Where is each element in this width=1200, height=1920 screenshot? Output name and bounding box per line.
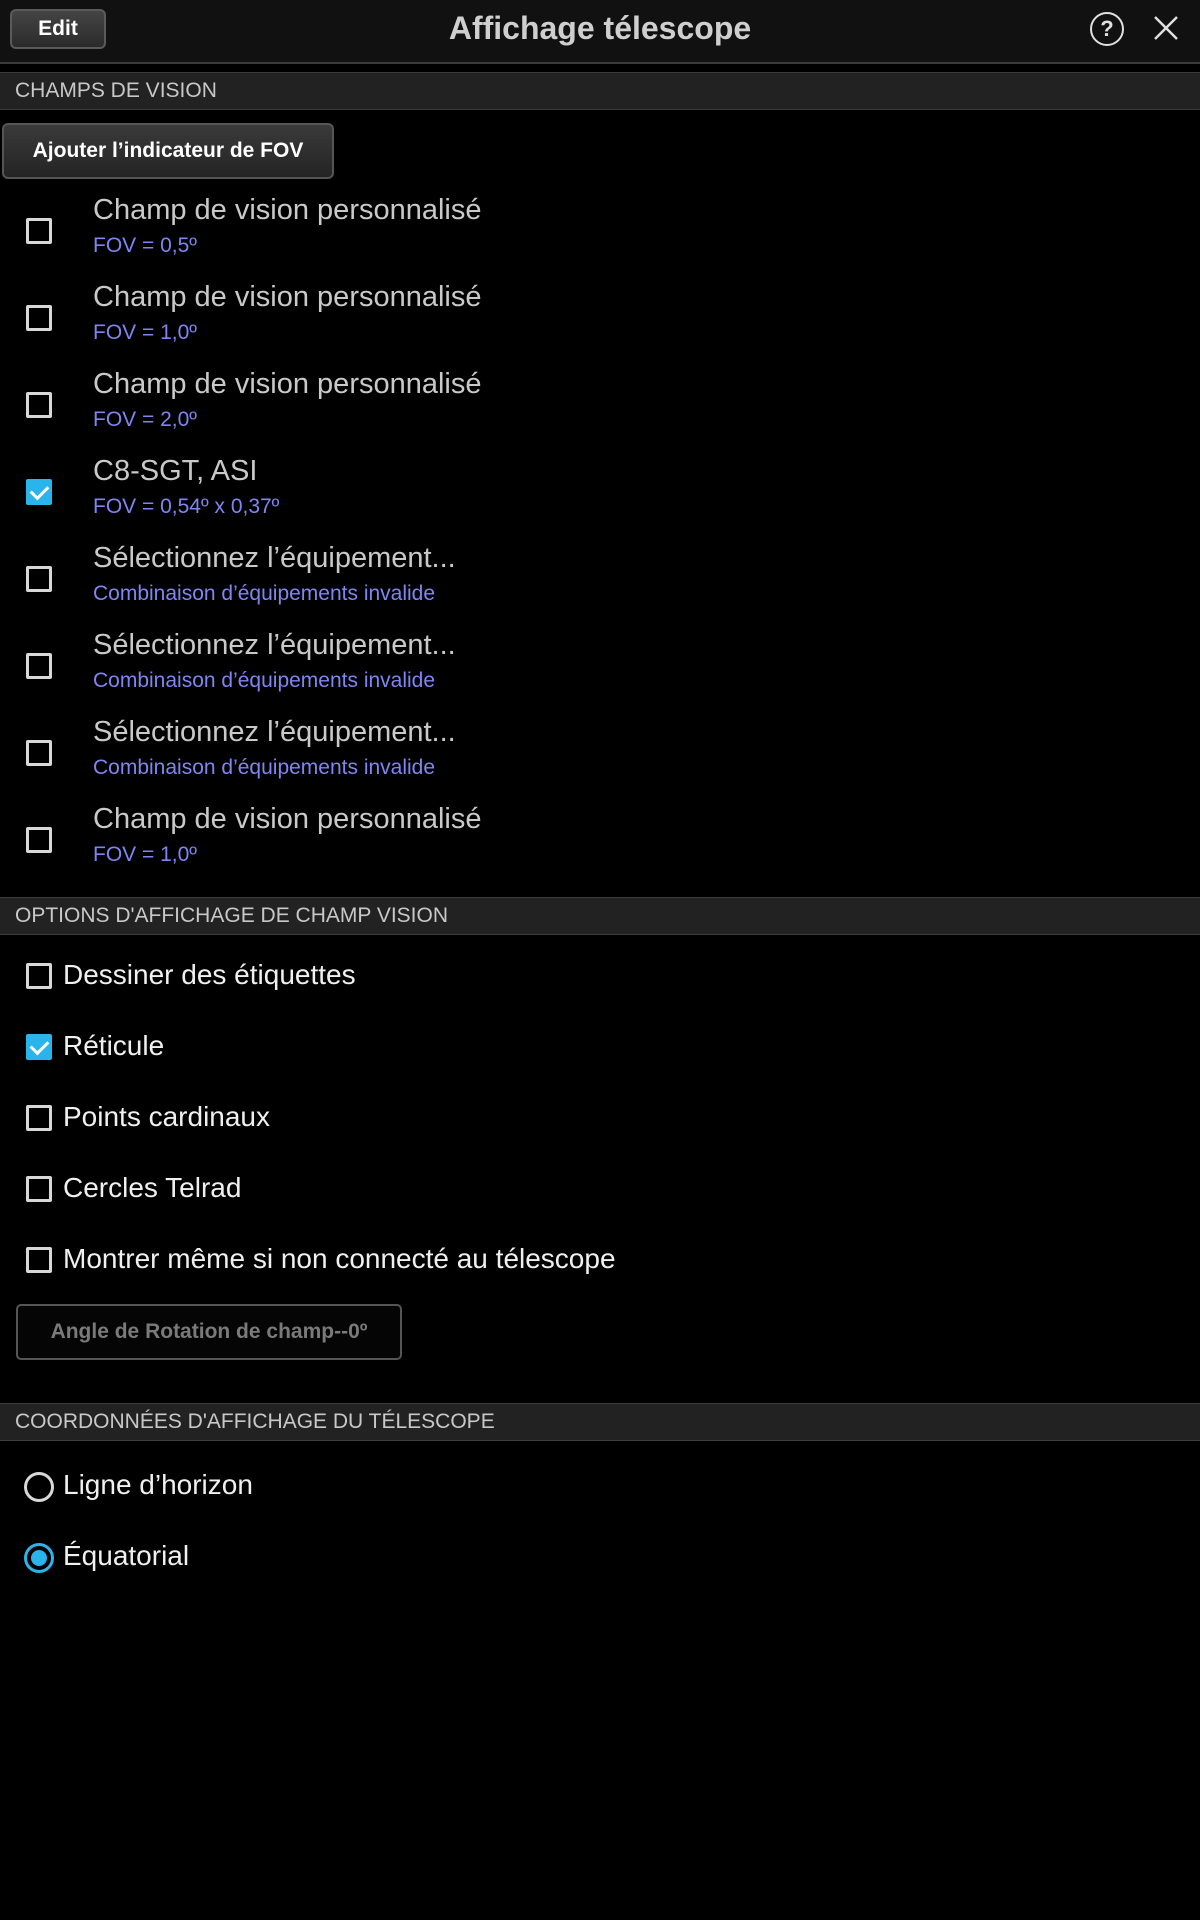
option-label: Dessiner des étiquettes	[63, 959, 356, 990]
option-item[interactable]: Points cardinaux	[0, 1097, 1200, 1147]
option-label: Montrer même si non connecté au télescop…	[63, 1243, 616, 1274]
fov-item[interactable]: Champ de vision personnalisé FOV = 2,0º	[0, 366, 1200, 452]
option-checkbox[interactable]	[26, 1105, 52, 1131]
section-header-coords: COORDONNÉES D'AFFICHAGE DU TÉLESCOPE	[0, 1403, 1200, 1441]
fov-checkbox[interactable]	[26, 740, 52, 766]
fov-title: C8-SGT, ASI	[93, 455, 258, 487]
fov-item[interactable]: Champ de vision personnalisé FOV = 0,5º	[0, 192, 1200, 278]
add-fov-button[interactable]: Ajouter l’indicateur de FOV	[2, 123, 334, 179]
fov-item[interactable]: Champ de vision personnalisé FOV = 1,0º	[0, 279, 1200, 365]
section-header-fov: CHAMPS DE VISION	[0, 72, 1200, 110]
fov-subtitle: Combinaison d’équipements invalide	[93, 756, 436, 779]
fov-title: Champ de vision personnalisé	[93, 194, 482, 226]
fov-subtitle: FOV = 1,0º	[93, 321, 197, 344]
fov-checkbox[interactable]	[26, 653, 52, 679]
option-label: Points cardinaux	[63, 1101, 271, 1132]
fov-title: Champ de vision personnalisé	[93, 281, 482, 313]
fov-title: Champ de vision personnalisé	[93, 368, 482, 400]
fov-checkbox[interactable]	[26, 479, 52, 505]
fov-item[interactable]: Sélectionnez l’équipement... Combinaison…	[0, 714, 1200, 800]
option-checkbox[interactable]	[26, 1247, 52, 1273]
radio-equatorial[interactable]	[24, 1543, 54, 1573]
option-item[interactable]: Dessiner des étiquettes	[0, 955, 1200, 1005]
fov-title: Sélectionnez l’équipement...	[93, 542, 456, 574]
radio-label-horizon[interactable]: Ligne d’horizon	[63, 1469, 253, 1501]
header-bar: Edit Affichage télescope ?	[0, 0, 1200, 64]
fov-checkbox[interactable]	[26, 218, 52, 244]
option-label: Cercles Telrad	[63, 1172, 242, 1203]
fov-checkbox[interactable]	[26, 392, 52, 418]
fov-checkbox[interactable]	[26, 305, 52, 331]
radio-label-equatorial[interactable]: Équatorial	[63, 1540, 189, 1572]
fov-item[interactable]: Champ de vision personnalisé FOV = 1,0º	[0, 801, 1200, 887]
option-checkbox[interactable]	[26, 1034, 52, 1060]
fov-item[interactable]: C8-SGT, ASI FOV = 0,54º x 0,37º	[0, 453, 1200, 539]
option-checkbox[interactable]	[26, 963, 52, 989]
fov-item[interactable]: Sélectionnez l’équipement... Combinaison…	[0, 627, 1200, 713]
fov-subtitle: FOV = 0,5º	[93, 234, 197, 257]
fov-title: Champ de vision personnalisé	[93, 803, 482, 835]
option-item[interactable]: Cercles Telrad	[0, 1168, 1200, 1218]
fov-subtitle: Combinaison d’équipements invalide	[93, 582, 436, 605]
rotation-angle-button[interactable]: Angle de Rotation de champ--0º	[16, 1304, 402, 1360]
fov-title: Sélectionnez l’équipement...	[93, 716, 456, 748]
option-item[interactable]: Montrer même si non connecté au télescop…	[0, 1239, 1200, 1289]
fov-title: Sélectionnez l’équipement...	[93, 629, 456, 661]
option-checkbox[interactable]	[26, 1176, 52, 1202]
option-item[interactable]: Réticule	[0, 1026, 1200, 1076]
fov-checkbox[interactable]	[26, 827, 52, 853]
fov-item[interactable]: Sélectionnez l’équipement... Combinaison…	[0, 540, 1200, 626]
section-header-options: OPTIONS D'AFFICHAGE DE CHAMP VISION	[0, 897, 1200, 935]
fov-subtitle: Combinaison d’équipements invalide	[93, 669, 436, 692]
fov-checkbox[interactable]	[26, 566, 52, 592]
help-icon[interactable]: ?	[1090, 12, 1124, 46]
radio-horizon[interactable]	[24, 1472, 54, 1502]
page-title: Affichage télescope	[448, 10, 752, 46]
fov-subtitle: FOV = 0,54º x 0,37º	[93, 495, 280, 518]
option-label: Réticule	[63, 1030, 165, 1061]
fov-subtitle: FOV = 2,0º	[93, 408, 197, 431]
close-icon[interactable]	[1152, 14, 1180, 42]
fov-subtitle: FOV = 1,0º	[93, 843, 197, 866]
